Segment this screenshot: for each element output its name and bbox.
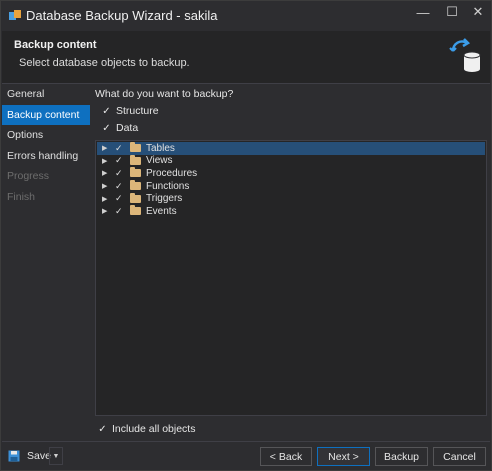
backup-button[interactable]: Backup: [375, 447, 428, 466]
include-all-checkbox[interactable]: ✓: [97, 424, 108, 435]
sidebar-item-backup-content[interactable]: Backup content: [2, 104, 90, 125]
expand-arrow-icon[interactable]: ▶: [102, 144, 110, 152]
close-button[interactable]: ✕: [463, 1, 492, 23]
page-title: Backup content: [14, 39, 97, 51]
next-button[interactable]: Next >: [317, 447, 370, 466]
backup-prompt-label: What do you want to backup?: [95, 88, 234, 100]
tree-checkbox[interactable]: ✓: [115, 155, 125, 166]
structure-checkbox[interactable]: ✓: [101, 106, 112, 117]
backup-content-panel: What do you want to backup? ✓ Structure …: [91, 84, 491, 440]
include-all-checkbox-row[interactable]: ✓ Include all objects: [97, 423, 195, 435]
folder-icon: [130, 142, 141, 153]
objects-tree[interactable]: ▶ ✓ Tables ▶ ✓ Views ▶ ✓ Procedures ▶ ✓: [95, 140, 487, 416]
folder-icon: [130, 192, 141, 203]
tree-node-label: Events: [146, 205, 177, 217]
tree-node-procedures[interactable]: ▶ ✓ Procedures: [97, 167, 485, 180]
save-dropdown-chevron-down-icon[interactable]: ▼: [49, 447, 63, 465]
tree-node-tables[interactable]: ▶ ✓ Tables: [97, 142, 485, 155]
folder-icon: [130, 167, 141, 178]
tree-node-views[interactable]: ▶ ✓ Views: [97, 154, 485, 168]
expand-arrow-icon[interactable]: ▶: [102, 157, 110, 165]
tree-checkbox[interactable]: ✓: [115, 181, 125, 192]
tree-node-label: Views: [146, 155, 173, 167]
tree-node-label: Triggers: [146, 193, 183, 205]
save-label: Save: [27, 450, 51, 462]
app-icon: [9, 10, 21, 20]
minimize-button[interactable]: —: [408, 1, 438, 23]
save-icon: [8, 450, 20, 462]
sidebar-item-general[interactable]: General: [2, 84, 90, 104]
database-backup-icon: [449, 38, 481, 72]
sidebar-item-options[interactable]: Options: [2, 125, 90, 145]
window-title: Database Backup Wizard - sakila: [26, 8, 218, 23]
data-label: Data: [116, 122, 139, 134]
folder-icon: [130, 180, 141, 191]
tree-node-events[interactable]: ▶ ✓ Events: [97, 205, 485, 218]
data-checkbox-row[interactable]: ✓ Data: [101, 122, 138, 134]
tree-node-label: Procedures: [146, 167, 198, 179]
tree-node-functions[interactable]: ▶ ✓ Functions: [97, 180, 485, 193]
data-checkbox[interactable]: ✓: [101, 123, 112, 134]
sidebar-item-finish: Finish: [7, 190, 36, 203]
wizard-header: Backup content Select database objects t…: [2, 31, 490, 83]
expand-arrow-icon[interactable]: ▶: [102, 169, 110, 177]
tree-checkbox[interactable]: ✓: [115, 206, 125, 217]
expand-arrow-icon[interactable]: ▶: [102, 182, 110, 190]
structure-checkbox-row[interactable]: ✓ Structure: [101, 105, 159, 117]
cancel-button[interactable]: Cancel: [433, 447, 486, 466]
include-all-label: Include all objects: [112, 423, 196, 435]
wizard-window: Database Backup Wizard - sakila — ☐ ✕ Ba…: [0, 0, 492, 471]
tree-node-label: Functions: [146, 180, 190, 192]
tree-checkbox[interactable]: ✓: [115, 143, 125, 154]
save-button[interactable]: Save: [8, 447, 51, 465]
folder-icon: [130, 205, 141, 216]
folder-icon: [130, 154, 141, 165]
title-bar: Database Backup Wizard - sakila — ☐ ✕: [1, 1, 491, 29]
sidebar-item-progress: Progress: [7, 170, 50, 182]
sidebar-item-errors-handling[interactable]: Errors handling: [2, 146, 90, 166]
tree-node-triggers[interactable]: ▶ ✓ Triggers: [97, 192, 485, 205]
page-subtitle: Select database objects to backup.: [19, 57, 190, 69]
wizard-steps-sidebar: General Backup content Options Errors ha…: [2, 84, 90, 440]
tree-checkbox[interactable]: ✓: [115, 193, 125, 204]
wizard-footer: Save ▼ < Back Next > Backup Cancel: [2, 442, 490, 470]
tree-node-label: Tables: [146, 142, 175, 154]
back-button[interactable]: < Back: [260, 447, 312, 466]
structure-label: Structure: [116, 105, 159, 117]
expand-arrow-icon[interactable]: ▶: [102, 207, 110, 215]
tree-checkbox[interactable]: ✓: [115, 168, 125, 179]
expand-arrow-icon[interactable]: ▶: [102, 195, 110, 203]
